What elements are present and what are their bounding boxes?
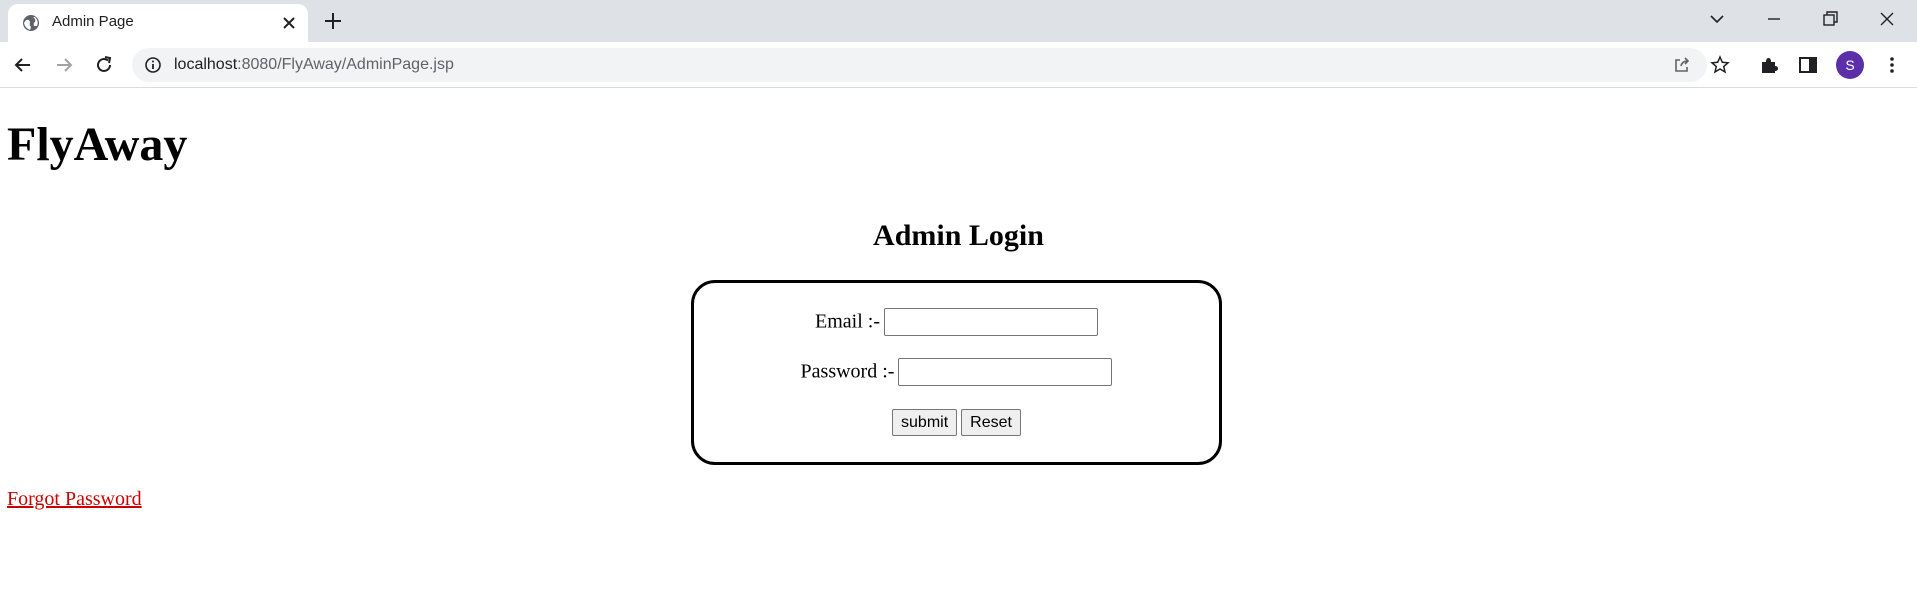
browser-tab[interactable]: Admin Page [8, 4, 308, 42]
forward-arrow-icon[interactable] [53, 54, 75, 76]
url-path: :8080/FlyAway/AdminPage.jsp [237, 56, 454, 73]
reset-button[interactable]: Reset [961, 409, 1021, 436]
login-heading: Admin Login [873, 219, 1044, 252]
password-field[interactable] [898, 358, 1113, 386]
address-url: localhost:8080/FlyAway/AdminPage.jsp [174, 56, 454, 74]
minimize-icon[interactable] [1763, 8, 1785, 30]
email-label: Email :- [815, 310, 880, 333]
form-buttons-row: submit Reset [694, 409, 1219, 436]
extensions-puzzle-icon[interactable] [1758, 54, 1780, 76]
window-close-icon[interactable] [1876, 8, 1898, 30]
site-title: FlyAway [7, 118, 188, 171]
login-form-box: Email :- Password :- submit Reset [691, 280, 1222, 465]
password-row: Password :- [694, 358, 1219, 386]
globe-icon [22, 14, 40, 32]
email-row: Email :- [694, 308, 1219, 336]
new-tab-plus-icon[interactable] [322, 10, 344, 32]
site-info-icon[interactable] [144, 56, 162, 74]
browser-toolbar: localhost:8080/FlyAway/AdminPage.jsp S [0, 42, 1917, 88]
forgot-password-link[interactable]: Forgot Password [7, 488, 142, 511]
address-bar[interactable]: localhost:8080/FlyAway/AdminPage.jsp [132, 48, 1707, 82]
restore-icon[interactable] [1819, 8, 1841, 30]
tab-title: Admin Page [52, 13, 134, 30]
reload-icon[interactable] [93, 54, 115, 76]
more-menu-icon[interactable] [1881, 54, 1903, 76]
share-icon[interactable] [1672, 55, 1692, 75]
tab-search-chevron-icon[interactable] [1706, 8, 1728, 30]
profile-avatar[interactable]: S [1836, 51, 1864, 79]
back-arrow-icon[interactable] [12, 54, 34, 76]
side-panel-icon[interactable] [1797, 54, 1819, 76]
bookmark-star-icon[interactable] [1709, 54, 1731, 76]
password-label: Password :- [800, 360, 895, 383]
page-content: FlyAway Admin Login Email :- Password :-… [0, 89, 1917, 589]
browser-tab-bar: Admin Page [0, 0, 1917, 42]
submit-button[interactable]: submit [892, 409, 958, 436]
url-host: localhost [174, 56, 238, 73]
close-icon[interactable] [280, 14, 298, 32]
email-field[interactable] [883, 308, 1098, 336]
